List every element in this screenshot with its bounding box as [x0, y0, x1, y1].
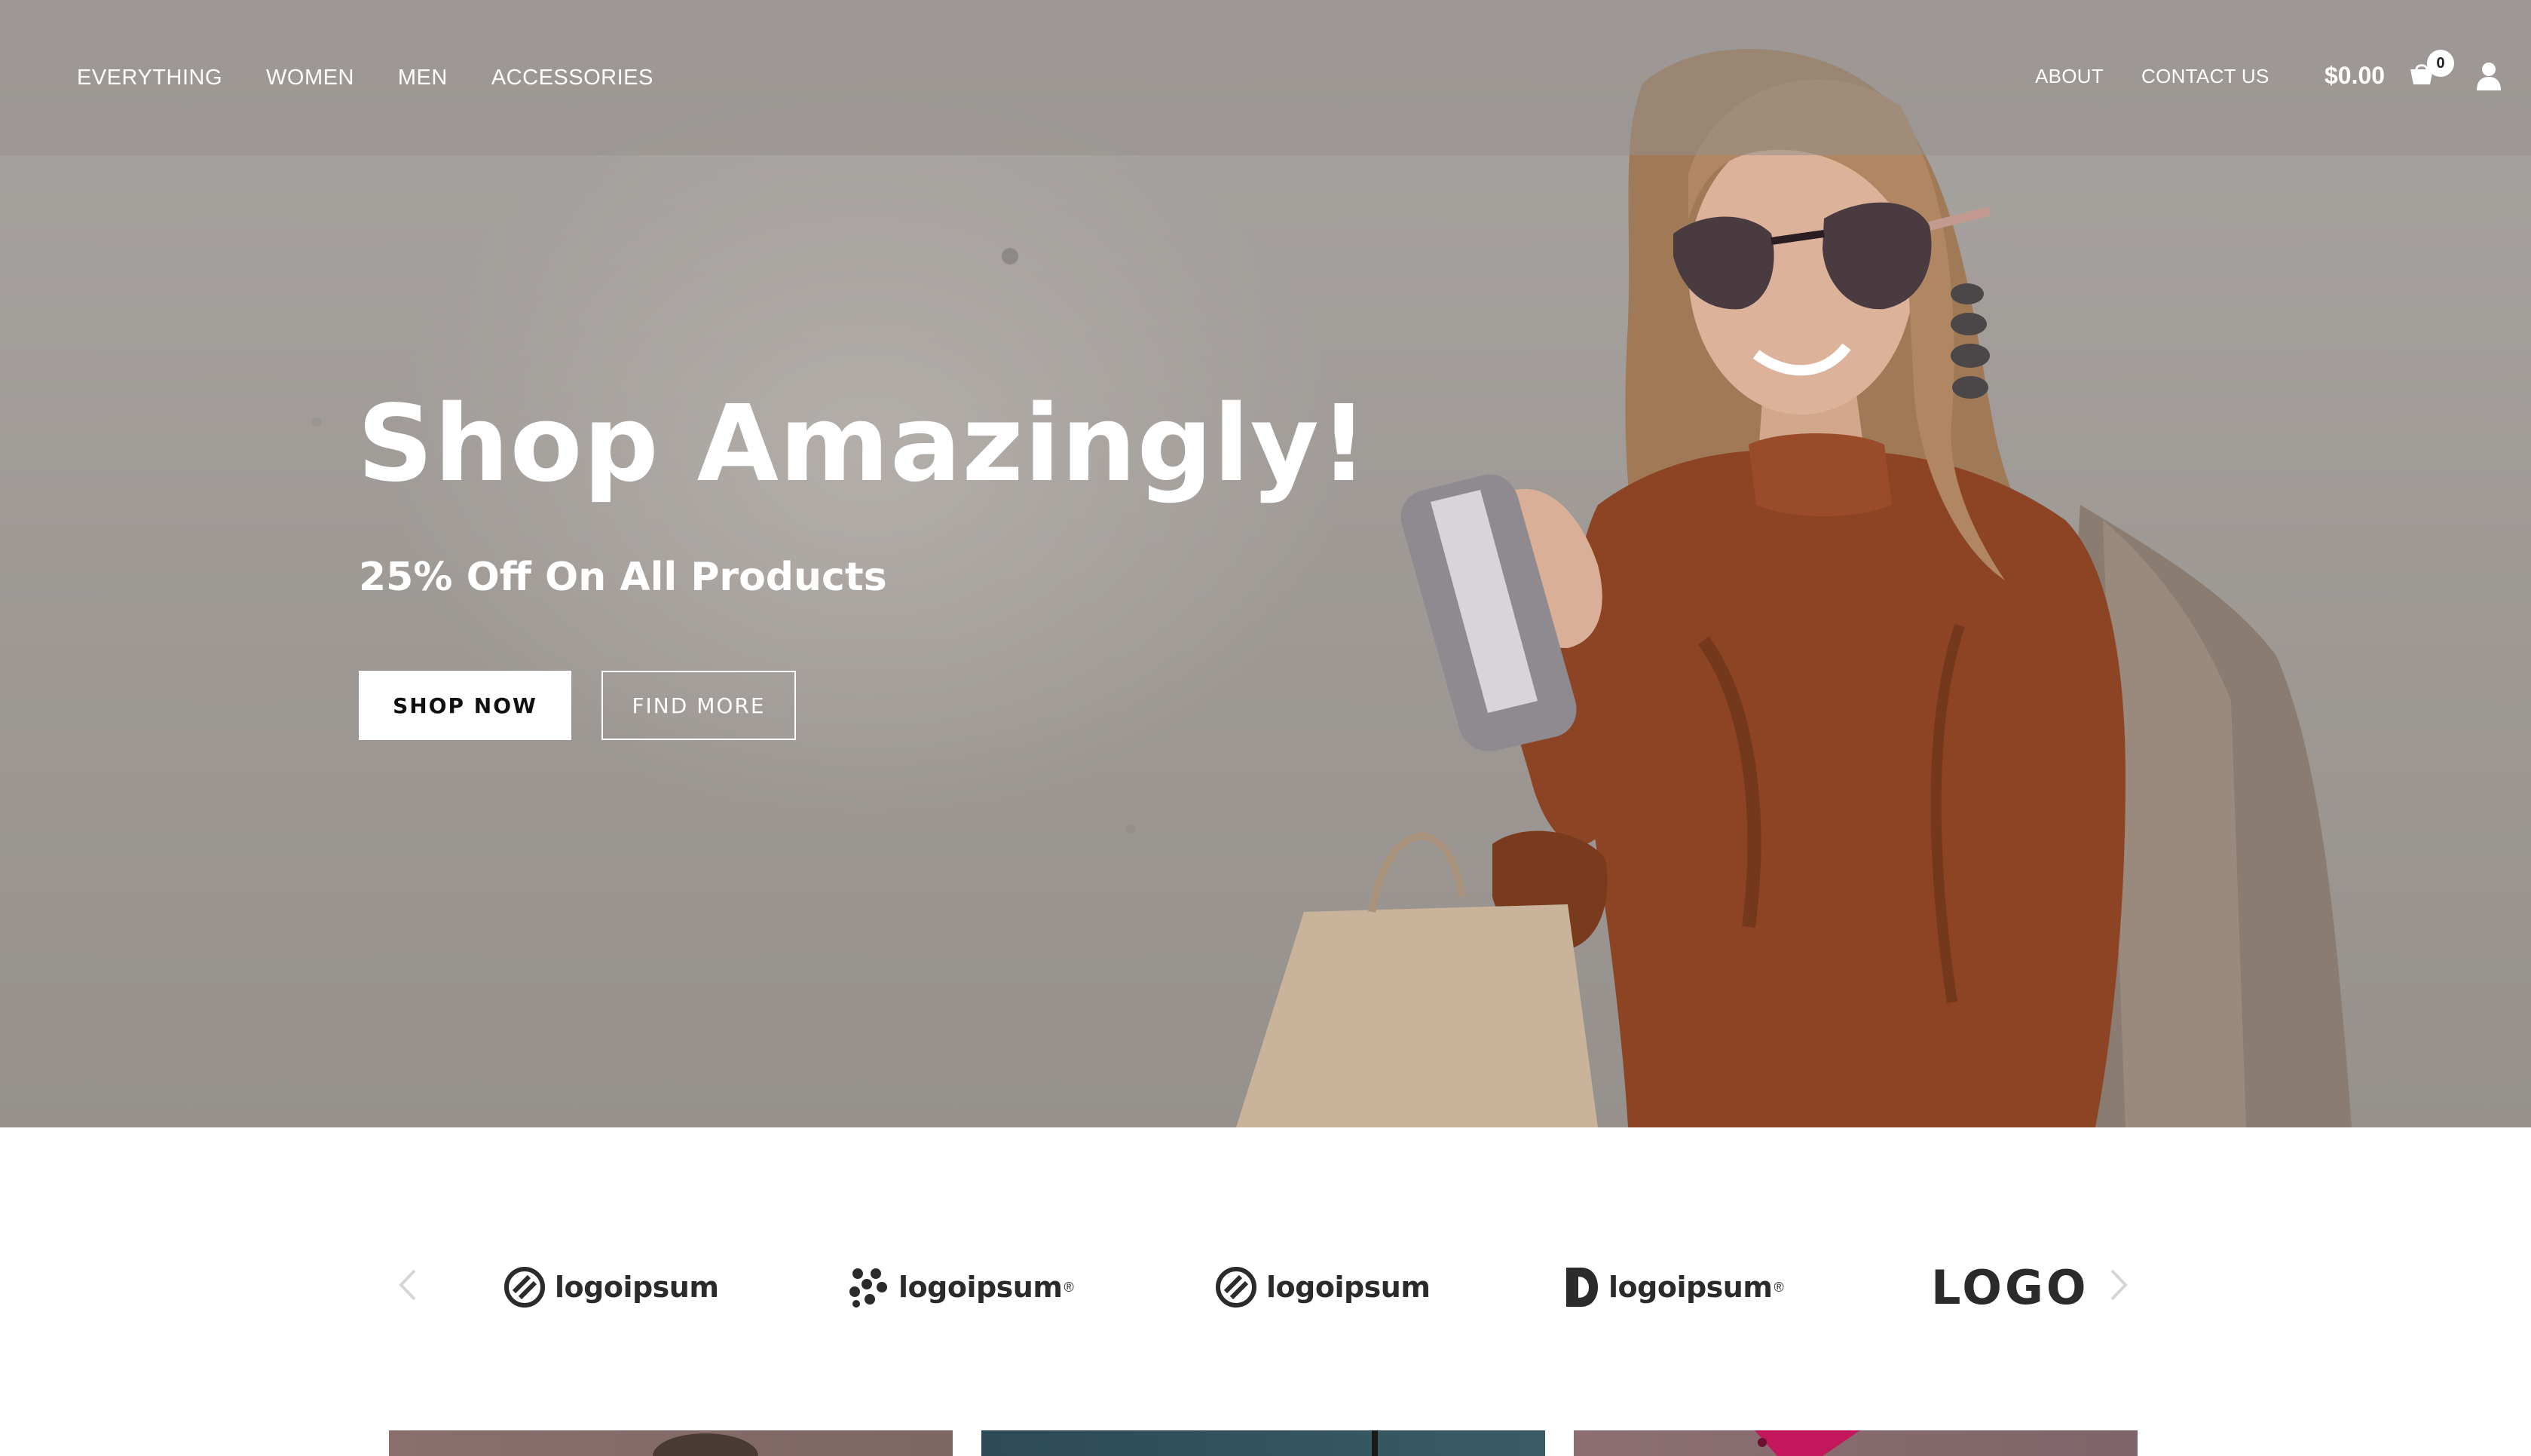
brand-logo-1[interactable]: logoipsum [503, 1260, 719, 1314]
top-navbar: EVERYTHING WOMEN MEN ACCESSORIES ABOUT C… [0, 0, 2531, 155]
category-card-3[interactable] [1574, 1430, 2138, 1456]
brand-logo-2-trademark: ® [1064, 1279, 1074, 1295]
circle-slash-logo-icon [504, 1267, 545, 1308]
nav-accessories[interactable]: ACCESSORIES [491, 66, 653, 90]
brand-logo-2[interactable]: logoipsum ® [847, 1260, 1074, 1314]
hero-banner: EVERYTHING WOMEN MEN ACCESSORIES ABOUT C… [0, 0, 2531, 1127]
brand-logo-2-text: logoipsum [898, 1271, 1063, 1304]
brand-logo-1-text: logoipsum [555, 1271, 719, 1304]
brand-logo-4-text: logoipsum [1608, 1271, 1773, 1304]
brand-logo-3-text: logoipsum [1266, 1271, 1431, 1304]
main-nav: EVERYTHING WOMEN MEN ACCESSORIES [77, 0, 653, 155]
brand-logo-5[interactable]: LOGO [1931, 1259, 2089, 1315]
half-circle-logo-icon [1566, 1268, 1598, 1307]
carousel-prev-arrow-icon[interactable] [393, 1266, 424, 1304]
dots-cluster-logo-icon [849, 1268, 887, 1308]
hero-shopper-image [1236, 48, 2352, 1127]
hero-title: Shop Amazingly! [357, 383, 1369, 506]
category-card-2-image [1372, 1430, 1378, 1456]
nav-men[interactable]: MEN [398, 66, 448, 90]
nav-contact-us[interactable]: CONTACT US [2141, 65, 2269, 88]
carousel-next-arrow-icon[interactable] [2103, 1266, 2133, 1304]
nav-everything[interactable]: EVERYTHING [77, 66, 222, 90]
brand-logo-4-trademark: ® [1774, 1279, 1784, 1295]
hero-subtitle: 25% Off On All Products [359, 555, 887, 600]
cart-total[interactable]: $0.00 [2324, 62, 2385, 90]
find-more-button[interactable]: FIND MORE [601, 671, 796, 740]
user-account-icon[interactable] [2475, 62, 2502, 90]
brand-logo-3[interactable]: logoipsum [1215, 1260, 1431, 1314]
category-card-3-image [1755, 1430, 1860, 1456]
shop-now-button[interactable]: SHOP NOW [359, 671, 571, 740]
circle-slash-logo-icon [1216, 1267, 1256, 1308]
category-card-1-image [653, 1433, 758, 1456]
category-card-1[interactable] [389, 1430, 953, 1456]
nav-about[interactable]: ABOUT [2035, 65, 2104, 88]
category-card-2[interactable] [981, 1430, 1545, 1456]
brand-logo-4[interactable]: logoipsum ® [1563, 1260, 1784, 1314]
cart-count-badge: 0 [2427, 50, 2454, 77]
nav-women[interactable]: WOMEN [266, 66, 354, 90]
brand-logo-5-text: LOGO [1931, 1259, 2089, 1315]
